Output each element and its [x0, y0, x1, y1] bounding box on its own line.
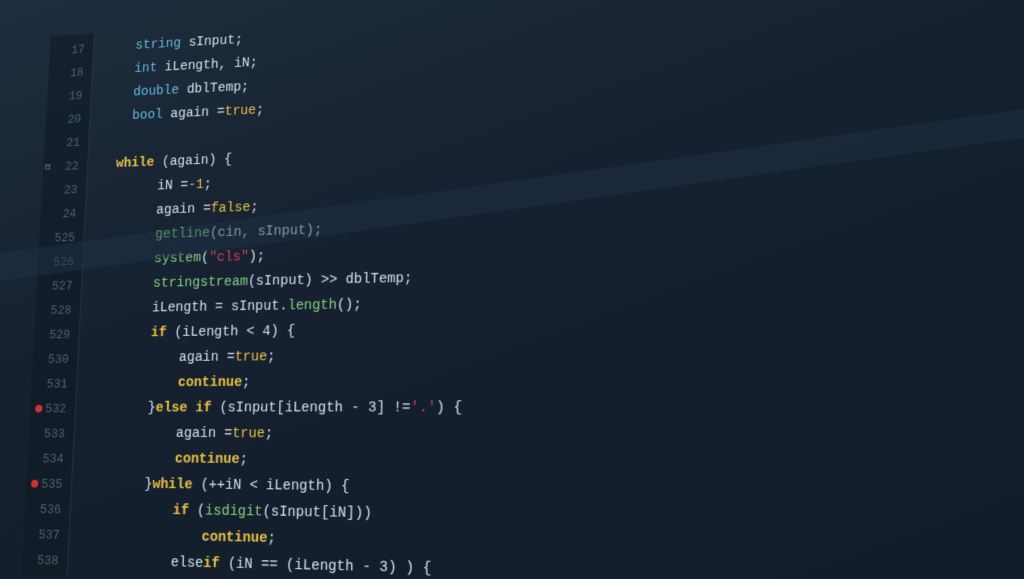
- token-if: if: [203, 551, 220, 578]
- token-type: string: [135, 32, 182, 58]
- line-num-534: 534: [27, 446, 74, 471]
- token-plain: (: [188, 498, 205, 524]
- token-continue: continue: [174, 447, 240, 473]
- token-fn: system: [154, 246, 202, 272]
- line-num-531: 531: [31, 371, 77, 396]
- token-plain: iN =: [157, 174, 189, 199]
- token-fn: length: [287, 293, 337, 319]
- token-if: if: [150, 321, 167, 346]
- token-false: false: [210, 196, 250, 222]
- token-while: while: [152, 472, 193, 498]
- token-fn: stringstream: [152, 270, 248, 297]
- token-plain: ;: [265, 421, 274, 447]
- token-plain: again =: [178, 345, 235, 371]
- token-plain: (sInput) >> dblTemp;: [248, 266, 413, 294]
- token-type: int: [134, 57, 158, 82]
- token-plain: ;: [267, 526, 276, 553]
- token-plain: ;: [203, 173, 212, 198]
- token-plain: ) {: [436, 395, 462, 421]
- token-type: double: [133, 79, 180, 105]
- token-plain: else: [170, 550, 204, 577]
- token-plain: again =: [156, 197, 212, 223]
- token-type: bool: [132, 103, 164, 128]
- code-line-532: } else if (sInput[iLength - 3] != '.' ) …: [89, 394, 1024, 423]
- line-num-20: 20: [45, 107, 90, 132]
- token-plain: ;: [239, 447, 248, 473]
- token-true: true: [224, 99, 256, 124]
- token-continue: continue: [177, 370, 242, 396]
- line-num-23: 23: [41, 177, 86, 202]
- line-num-530: 530: [32, 347, 78, 372]
- line-num-24: 24: [40, 201, 85, 226]
- token-plain: sInput;: [180, 28, 243, 55]
- line-num-21: 21: [44, 130, 89, 155]
- code-line-531: continue ;: [91, 365, 1024, 396]
- token-plain: ;: [256, 98, 265, 122]
- token-plain: again =: [175, 421, 232, 447]
- line-num-537: 537: [22, 521, 69, 547]
- token-plain: dblTemp;: [179, 75, 250, 102]
- token-if: if: [172, 498, 189, 524]
- line-num-538: 538: [21, 547, 68, 574]
- code-area: 17 18 19 20 21 22 23 24 525 526 527 528 …: [21, 0, 1024, 579]
- token-true: true: [234, 345, 267, 371]
- line-num-18: 18: [48, 60, 93, 85]
- token-true: true: [232, 421, 265, 447]
- line-num-526: 526: [37, 249, 83, 274]
- line-num-527: 527: [36, 273, 82, 298]
- token-plain: iLength = sInput.: [151, 294, 288, 321]
- line-num-19: 19: [47, 83, 92, 108]
- token-str: "cls": [209, 245, 250, 271]
- code-content: string sInput; int iLength, iN; double d…: [67, 0, 1024, 579]
- token-plain: );: [248, 244, 265, 269]
- line-num-17: 17: [49, 37, 94, 62]
- line-num-539: 539: [20, 573, 67, 579]
- line-num-532: 532: [29, 396, 75, 421]
- token-plain: (++iN < iLength) {: [192, 472, 350, 500]
- line-num-533: 533: [28, 421, 74, 446]
- token-str: '.': [410, 395, 436, 421]
- token-fn: getline: [155, 221, 211, 247]
- token-plain: (again) {: [154, 148, 233, 175]
- line-num-528: 528: [35, 298, 81, 323]
- token-plain: ();: [337, 293, 362, 319]
- token-plain: (sInput[iLength - 3] !=: [211, 395, 411, 421]
- token-while: while: [115, 151, 154, 176]
- token-plain: ;: [267, 345, 276, 370]
- token-continue: continue: [201, 525, 268, 553]
- token-plain: (iN == (iLength - 3) ) {: [219, 551, 431, 579]
- line-num-22: 22: [43, 154, 88, 179]
- token-num: -1: [188, 173, 205, 198]
- token-else-if: else if: [155, 396, 212, 421]
- token-plain: ;: [242, 370, 251, 396]
- token-plain: (iLength < 4) {: [166, 319, 295, 346]
- token-plain: again =: [162, 100, 225, 127]
- token-plain: ;: [250, 195, 259, 220]
- token-fn: isdigit: [205, 499, 263, 526]
- line-num-529: 529: [33, 322, 79, 347]
- line-num-525: 525: [39, 225, 84, 250]
- token-plain: (sInput[iN])): [262, 499, 372, 527]
- token-plain: (cin, sInput);: [209, 218, 322, 246]
- line-num-535: 535: [25, 471, 72, 497]
- code-editor: 17 18 19 20 21 22 23 24 525 526 527 528 …: [0, 0, 1024, 579]
- line-num-536: 536: [24, 496, 71, 522]
